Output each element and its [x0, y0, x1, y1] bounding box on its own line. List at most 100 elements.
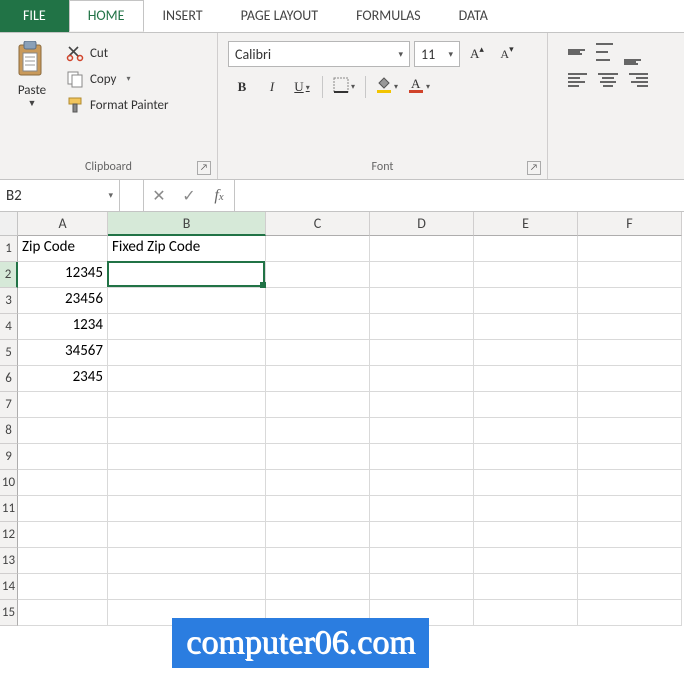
cell[interactable] [578, 470, 682, 496]
column-header[interactable]: F [578, 212, 682, 236]
cell[interactable] [370, 600, 474, 626]
font-color-button[interactable]: A ▾ [404, 73, 434, 101]
row-header[interactable]: 2 [0, 262, 18, 288]
cell[interactable] [266, 236, 370, 262]
cell[interactable] [370, 574, 474, 600]
align-top-button[interactable] [568, 39, 592, 65]
italic-button[interactable]: I [258, 73, 286, 101]
cell[interactable] [370, 522, 474, 548]
cell[interactable]: 2345 [18, 366, 108, 392]
cell[interactable] [266, 496, 370, 522]
column-header[interactable]: A [18, 212, 108, 236]
paste-dropdown-icon[interactable]: ▼ [28, 98, 37, 109]
cell[interactable] [266, 340, 370, 366]
row-header[interactable]: 4 [0, 314, 18, 340]
paste-button[interactable]: Paste ▼ [6, 37, 58, 157]
cell[interactable] [266, 392, 370, 418]
cell[interactable] [578, 548, 682, 574]
row-header[interactable]: 10 [0, 470, 18, 496]
cell[interactable] [578, 600, 682, 626]
cell[interactable] [370, 366, 474, 392]
cell[interactable] [370, 470, 474, 496]
cell[interactable]: Zip Code [18, 236, 108, 262]
row-header[interactable]: 3 [0, 288, 18, 314]
cell[interactable] [18, 600, 108, 626]
cell[interactable] [108, 496, 266, 522]
cell[interactable] [18, 392, 108, 418]
align-right-button[interactable] [624, 67, 648, 93]
cell[interactable] [108, 600, 266, 626]
cell[interactable] [108, 470, 266, 496]
tab-data[interactable]: DATA [440, 0, 507, 32]
column-header[interactable]: D [370, 212, 474, 236]
cell[interactable] [474, 496, 578, 522]
cell[interactable]: 12345 [18, 262, 108, 288]
cancel-formula-button[interactable]: ✕ [144, 180, 174, 211]
cell[interactable] [18, 418, 108, 444]
cell[interactable] [266, 470, 370, 496]
cell[interactable] [578, 236, 682, 262]
cell[interactable] [266, 262, 370, 288]
cell[interactable] [108, 340, 266, 366]
font-name-select[interactable]: Calibri ▾ [228, 41, 410, 67]
cell[interactable] [108, 288, 266, 314]
select-all-button[interactable] [0, 212, 18, 236]
cell[interactable] [578, 340, 682, 366]
border-dropdown-icon[interactable]: ▾ [351, 82, 355, 92]
copy-dropdown-icon[interactable]: ▾ [126, 74, 130, 84]
cell[interactable] [474, 418, 578, 444]
cell[interactable] [578, 288, 682, 314]
tab-formulas[interactable]: FORMULAS [337, 0, 440, 32]
row-header[interactable]: 9 [0, 444, 18, 470]
cell[interactable] [266, 574, 370, 600]
column-header[interactable]: E [474, 212, 578, 236]
column-header[interactable]: C [266, 212, 370, 236]
cell[interactable] [266, 366, 370, 392]
cell[interactable] [18, 470, 108, 496]
cell[interactable] [266, 288, 370, 314]
name-box-dropdown-icon[interactable]: ▾ [108, 190, 113, 201]
cell[interactable] [474, 314, 578, 340]
cell[interactable] [578, 262, 682, 288]
tab-home[interactable]: HOME [69, 0, 144, 32]
cell[interactable] [474, 236, 578, 262]
cell[interactable] [108, 314, 266, 340]
border-button[interactable]: ▾ [329, 73, 359, 101]
cell[interactable] [266, 548, 370, 574]
cell[interactable] [108, 262, 266, 288]
cell[interactable] [108, 574, 266, 600]
row-header[interactable]: 11 [0, 496, 18, 522]
cell[interactable] [370, 262, 474, 288]
cell[interactable] [370, 444, 474, 470]
cells-area[interactable]: Zip CodeFixed Zip Code123452345612343456… [18, 236, 682, 666]
cell[interactable] [578, 366, 682, 392]
cell[interactable] [578, 522, 682, 548]
font-dialog-launcher[interactable]: ↗ [527, 161, 541, 175]
cell[interactable] [474, 366, 578, 392]
fill-color-button[interactable]: ▾ [372, 73, 402, 101]
cut-button[interactable]: Cut [64, 43, 175, 63]
cell[interactable] [18, 444, 108, 470]
cell[interactable] [266, 444, 370, 470]
enter-formula-button[interactable]: ✓ [174, 180, 204, 211]
row-header[interactable]: 5 [0, 340, 18, 366]
cell[interactable] [370, 288, 474, 314]
column-header[interactable]: B [108, 212, 266, 236]
tab-pagelayout[interactable]: PAGE LAYOUT [222, 0, 337, 32]
align-left-button[interactable] [568, 67, 592, 93]
cell[interactable] [474, 262, 578, 288]
cell[interactable] [370, 340, 474, 366]
cell[interactable] [18, 522, 108, 548]
cell[interactable] [474, 340, 578, 366]
cell[interactable] [370, 496, 474, 522]
bold-button[interactable]: B [228, 73, 256, 101]
row-header[interactable]: 1 [0, 236, 18, 262]
align-middle-button[interactable] [596, 39, 620, 65]
align-center-button[interactable] [596, 67, 620, 93]
cell[interactable] [578, 574, 682, 600]
name-box[interactable]: B2 ▾ [0, 180, 120, 211]
cell[interactable] [108, 522, 266, 548]
cell[interactable]: Fixed Zip Code [108, 236, 266, 262]
cell[interactable] [474, 522, 578, 548]
tab-insert[interactable]: INSERT [144, 0, 222, 32]
